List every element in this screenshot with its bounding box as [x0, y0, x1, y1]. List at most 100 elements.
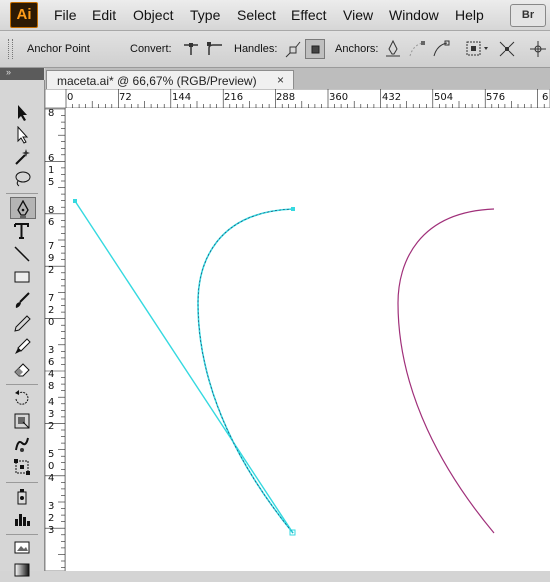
- current-tool-name: Anchor Point: [27, 43, 90, 55]
- type-tool[interactable]: [10, 220, 36, 242]
- eraser-icon: [14, 363, 30, 377]
- anchor-point[interactable]: [73, 199, 77, 203]
- connect-endpoints-icon: [409, 41, 425, 57]
- warp-tool[interactable]: [10, 433, 36, 455]
- illustrator-logo: Ai: [10, 2, 38, 28]
- ruler-label: 6: [542, 92, 548, 103]
- ruler-label: 432: [382, 92, 401, 103]
- ruler-label: 6: [48, 153, 54, 164]
- gradient-icon: [14, 563, 30, 577]
- separator: [6, 384, 38, 385]
- ruler-label: 2: [48, 421, 54, 432]
- ruler-label: 2: [48, 513, 54, 524]
- ruler-label: 504: [434, 92, 453, 103]
- ruler-label: 1: [48, 165, 54, 176]
- ruler-label: 3: [48, 409, 54, 420]
- collapse-icon[interactable]: »: [6, 67, 11, 77]
- panel-grip[interactable]: [8, 39, 13, 59]
- column-graph-icon: [15, 514, 30, 526]
- menu-view[interactable]: View: [343, 7, 373, 23]
- menu-object[interactable]: Object: [133, 7, 173, 23]
- line-segment-tool[interactable]: [10, 243, 36, 265]
- magic-wand-tool[interactable]: [10, 146, 36, 168]
- anchor-point[interactable]: [291, 207, 295, 211]
- scale-tool[interactable]: [10, 410, 36, 432]
- pen-tool[interactable]: [10, 197, 36, 219]
- free-transform-tool[interactable]: [10, 456, 36, 478]
- convert-to-smooth-button[interactable]: [205, 39, 225, 59]
- gradient-tool[interactable]: [10, 560, 36, 582]
- selected-path[interactable]: [197, 208, 294, 534]
- convert-label: Convert:: [130, 43, 172, 55]
- ruler-label: 216: [224, 92, 243, 103]
- menu-help[interactable]: Help: [455, 7, 484, 23]
- rotate-tool[interactable]: [10, 387, 36, 409]
- cut-path-button[interactable]: [431, 39, 451, 59]
- eraser-tool[interactable]: [10, 358, 36, 380]
- ruler-label: 0: [67, 92, 73, 103]
- rectangle-icon: [14, 271, 30, 283]
- ruler-label: 7: [48, 293, 54, 304]
- menu-select[interactable]: Select: [237, 7, 276, 23]
- paintbrush-tool[interactable]: [10, 289, 36, 311]
- ruler-label: 5: [48, 449, 54, 460]
- symbol-sprayer-icon: [17, 489, 27, 505]
- menu-edit[interactable]: Edit: [92, 7, 116, 23]
- show-handles-button[interactable]: [283, 39, 303, 59]
- handles-label: Handles:: [234, 43, 278, 55]
- menu-bar: Ai File Edit Object Type Select Effect V…: [0, 0, 550, 31]
- cut-path-icon: [433, 40, 450, 57]
- isolate-icon: [466, 41, 488, 56]
- rectangle-tool[interactable]: [10, 266, 36, 288]
- convert-smooth-icon: [207, 42, 222, 55]
- bridge-button[interactable]: Br: [510, 4, 546, 27]
- ruler-label: 576: [486, 92, 505, 103]
- type-icon: [14, 223, 29, 239]
- ruler-label: 6: [48, 217, 54, 228]
- pen-icon: [17, 200, 29, 218]
- ruler-label: 72: [119, 92, 132, 103]
- menu-effect[interactable]: Effect: [291, 7, 327, 23]
- align-icon: [499, 41, 515, 57]
- curve-path[interactable]: [397, 208, 495, 534]
- transform-button[interactable]: [528, 39, 548, 59]
- ruler-label: 8: [48, 205, 54, 216]
- column-graph-tool[interactable]: [10, 508, 36, 530]
- menu-window[interactable]: Window: [389, 7, 439, 23]
- isolate-button[interactable]: [464, 39, 488, 59]
- transform-icon: [530, 41, 546, 57]
- ruler-label: 4: [48, 397, 54, 408]
- pencil-icon: [14, 315, 31, 332]
- lasso-tool[interactable]: [10, 168, 36, 190]
- symbol-sprayer-tool[interactable]: [10, 485, 36, 507]
- convert-to-corner-button[interactable]: [181, 39, 201, 59]
- artboard-tool[interactable]: [10, 537, 36, 559]
- ruler-label: 2: [48, 305, 54, 316]
- convert-corner-icon: [184, 43, 198, 55]
- vertical-ruler-labels: 8615867927203648432504323: [48, 108, 54, 536]
- artwork: [73, 199, 495, 536]
- line-segment-icon: [14, 246, 30, 262]
- free-transform-icon: [14, 459, 30, 475]
- connect-endpoints-button[interactable]: [407, 39, 427, 59]
- artboard-canvas[interactable]: [66, 108, 550, 571]
- ruler-label: 3: [48, 345, 54, 356]
- menu-type[interactable]: Type: [190, 7, 220, 23]
- ruler-label: 7: [48, 241, 54, 252]
- selection-icon: [18, 105, 27, 121]
- close-icon[interactable]: ×: [277, 73, 284, 87]
- hide-handles-button[interactable]: [305, 39, 325, 59]
- ruler-label: 6: [48, 357, 54, 368]
- selection-tool[interactable]: [10, 102, 36, 124]
- direct-selection-tool[interactable]: [10, 124, 36, 146]
- tools-panel-header[interactable]: »: [0, 67, 44, 80]
- pencil-tool[interactable]: [10, 312, 36, 334]
- align-button[interactable]: [497, 39, 517, 59]
- hide-handles-icon: [311, 45, 320, 54]
- blob-brush-tool[interactable]: [10, 335, 36, 357]
- show-handles-icon: [285, 41, 301, 58]
- remove-anchor-button[interactable]: [383, 39, 403, 59]
- control-bar: Anchor Point Convert: Handles: Anchors:: [0, 31, 550, 68]
- document-tab[interactable]: maceta.ai* @ 66,67% (RGB/Preview) ×: [46, 70, 294, 90]
- menu-file[interactable]: File: [54, 7, 77, 23]
